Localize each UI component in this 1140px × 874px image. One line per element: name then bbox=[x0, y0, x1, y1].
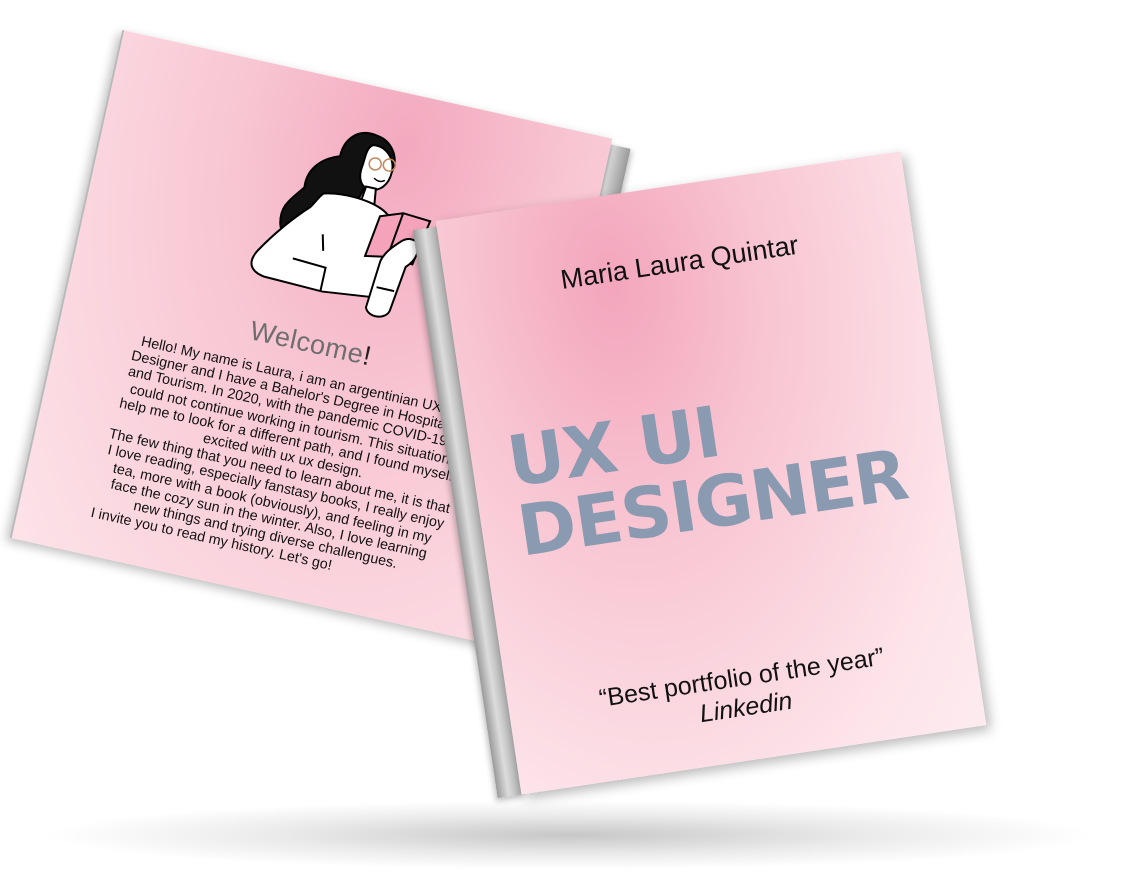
front-book-cover: Maria Laura Quintar UX UI DESIGNER “Best… bbox=[435, 151, 987, 795]
author-name: Maria Laura Quintar bbox=[558, 229, 801, 295]
woman-reading-book-icon bbox=[250, 132, 432, 318]
cover-quote: “Best portfolio of the year” Linkedin bbox=[507, 628, 981, 757]
cover-headline: UX UI DESIGNER bbox=[502, 354, 1018, 573]
front-book: Maria Laura Quintar UX UI DESIGNER “Best… bbox=[412, 151, 987, 799]
floor-shadow bbox=[40, 800, 1100, 870]
